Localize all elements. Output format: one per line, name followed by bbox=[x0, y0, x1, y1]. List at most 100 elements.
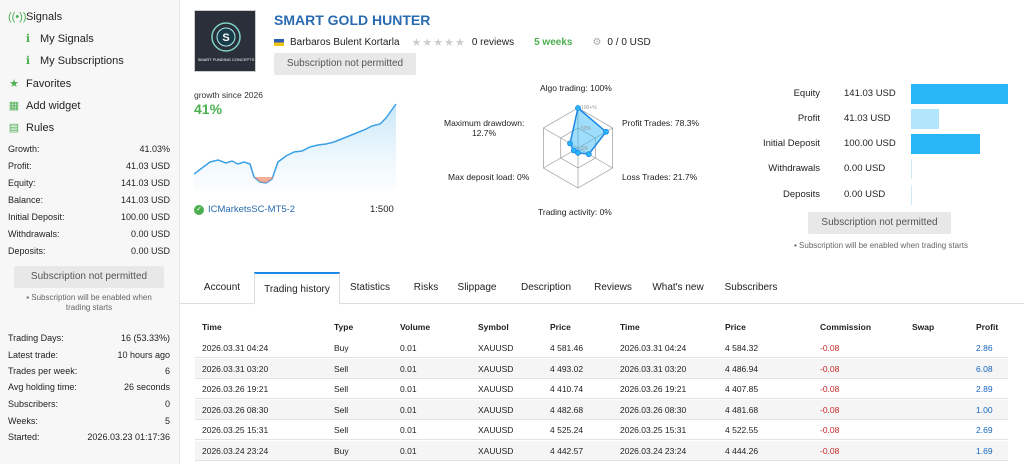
table-cell-price: 4 525.24 bbox=[550, 425, 584, 436]
table-cell-time: 2026.03.25 15:31 bbox=[620, 425, 687, 436]
svg-text:S: S bbox=[222, 32, 229, 44]
subscribe-button-sidebar[interactable]: Subscription not permitted bbox=[14, 266, 164, 288]
reviews-link[interactable]: 0 reviews bbox=[472, 37, 514, 48]
table-cell-time: 2026.03.24 23:24 bbox=[620, 446, 687, 456]
radar-chart: 100+% 50% 0% bbox=[543, 105, 613, 189]
column-header-time[interactable]: Time bbox=[620, 322, 640, 332]
table-cell-type: Buy bbox=[334, 343, 349, 353]
equity-bar-withdrawals bbox=[911, 159, 912, 179]
table-row bbox=[195, 399, 1008, 420]
table-cell-price: 4 482.68 bbox=[550, 404, 584, 415]
column-header-time[interactable]: Time bbox=[202, 322, 222, 332]
equity-value-deposits: 0.00 USD bbox=[844, 189, 886, 200]
stat-initial-deposit: Initial Deposit: 100.00 USD bbox=[8, 212, 170, 222]
equity-label-initial-deposit: Initial Deposit bbox=[762, 138, 820, 149]
nav-my-subscriptions[interactable]: ℹ My Subscriptions bbox=[22, 55, 124, 67]
signal-title[interactable]: SMART GOLD HUNTER bbox=[274, 12, 430, 28]
author-name[interactable]: Barbaros Bulent Kortarla bbox=[290, 37, 400, 48]
column-header-profit[interactable]: Profit bbox=[976, 322, 998, 332]
table-cell-type: Sell bbox=[334, 384, 349, 395]
weeks-badge: 5 weeks bbox=[534, 37, 573, 48]
tab-subscribers[interactable]: Subscribers bbox=[718, 272, 784, 304]
radar-label-trading-activity: Trading activity: 0% bbox=[538, 207, 612, 217]
radar-label-max-deposit-load: Max deposit load: 0% bbox=[448, 172, 530, 182]
nav-rules[interactable]: ▤ Rules bbox=[8, 122, 54, 134]
equity-bar-deposits bbox=[911, 185, 912, 205]
table-cell-price: 4 444.26 bbox=[725, 446, 759, 456]
table-cell-price: 4 493.02 bbox=[550, 363, 584, 374]
table-cell-time: 2026.03.26 08:30 bbox=[620, 404, 687, 415]
stat-weeks: Weeks: 5 bbox=[8, 416, 170, 426]
table-cell-symbol: XAUUSD bbox=[478, 425, 514, 436]
table-cell-symbol: XAUUSD bbox=[478, 363, 514, 374]
broker-row: ✓ ICMarketsSC-MT5-2 bbox=[194, 204, 295, 215]
table-cell-commission: -0.08 bbox=[820, 446, 840, 456]
column-header-price[interactable]: Price bbox=[725, 322, 746, 332]
column-header-swap[interactable]: Swap bbox=[912, 322, 934, 332]
subscribe-button-equity[interactable]: Subscription not permitted bbox=[808, 212, 951, 234]
stat-started: Started: 2026.03.23 01:17:36 bbox=[8, 432, 170, 442]
radar-ring-100: 100+% bbox=[581, 105, 597, 111]
table-cell-price: 4 442.57 bbox=[550, 446, 584, 456]
radar-ring-0: 0% bbox=[581, 146, 589, 152]
radar-ring-50: 50% bbox=[581, 126, 592, 132]
table-cell-commission: -0.08 bbox=[820, 425, 840, 436]
table-cell-time: 2026.03.31 03:20 bbox=[202, 363, 269, 374]
radar-point bbox=[575, 105, 581, 111]
nav-my-signals[interactable]: ℹ My Signals bbox=[22, 33, 94, 45]
radar-point bbox=[570, 147, 577, 154]
equity-label-equity: Equity bbox=[793, 88, 820, 99]
table-cell-time: 2026.03.31 04:24 bbox=[202, 343, 269, 353]
table-cell-symbol: XAUUSD bbox=[478, 404, 514, 415]
tab-reviews[interactable]: Reviews bbox=[588, 272, 638, 304]
main-content: S SMART FUNDING CONCEPTS SMART GOLD HUNT… bbox=[180, 0, 1024, 464]
tab-bar: Account Trading history Statistics Risks Sli… bbox=[180, 272, 1024, 305]
author-row: Barbaros Bulent Kortarla ★★★★★ 0 reviews… bbox=[274, 36, 651, 49]
table-cell-time: 2026.03.25 15:31 bbox=[202, 425, 269, 436]
equity-label-withdrawals: Withdrawals bbox=[768, 163, 820, 174]
nav-signals[interactable]: ((•)) Signals bbox=[8, 11, 62, 23]
tab-account[interactable]: Account bbox=[194, 272, 250, 304]
rules-icon: ▤ bbox=[8, 122, 20, 134]
tab-what-s-new[interactable]: What's new bbox=[644, 272, 712, 304]
column-header-type[interactable]: Type bbox=[334, 322, 353, 332]
radar-point bbox=[585, 151, 592, 158]
favorites-icon: ★ bbox=[9, 78, 19, 90]
sidebar: ((•)) Signals ℹ My Signals ℹ My Subscrip… bbox=[0, 0, 180, 464]
stat-avg-holding: Avg holding time: 26 seconds bbox=[8, 382, 170, 392]
column-header-volume[interactable]: Volume bbox=[400, 322, 430, 332]
signal-logo: S SMART FUNDING CONCEPTS bbox=[194, 10, 256, 72]
table-cell-price: 4 581.46 bbox=[550, 343, 584, 353]
logo-emblem: S bbox=[211, 22, 241, 52]
table-cell-volume: 0.01 bbox=[400, 425, 417, 436]
tab-description[interactable]: Description bbox=[510, 272, 582, 304]
tab-slippage[interactable]: Slippage bbox=[448, 272, 506, 304]
subscribers-count: 0 / 0 USD bbox=[607, 37, 651, 48]
growth-chart bbox=[194, 103, 397, 190]
stat-equity: Equity: 141.03 USD bbox=[8, 178, 170, 188]
subscribe-button-header[interactable]: Subscription not permitted bbox=[274, 53, 416, 75]
column-header-price[interactable]: Price bbox=[550, 322, 571, 332]
table-cell-type: Sell bbox=[334, 404, 349, 415]
tab-trading-history[interactable]: Trading history bbox=[254, 272, 340, 305]
nav-add-widget[interactable]: ▦ Add widget bbox=[8, 100, 81, 112]
subscriptions-icon: ℹ bbox=[25, 55, 31, 67]
broker-link[interactable]: ICMarketsSC-MT5-2 bbox=[208, 204, 295, 215]
radar-label-algo: Algo trading: 100% bbox=[540, 83, 612, 93]
table-cell-commission: -0.08 bbox=[820, 363, 840, 374]
nav-favorites[interactable]: ★ Favorites bbox=[8, 78, 71, 90]
table-cell-profit: 2.86 bbox=[976, 343, 993, 353]
radar-label-profit-trades: Profit Trades: 78.3% bbox=[622, 118, 700, 128]
table-cell-time: 2026.03.26 19:21 bbox=[202, 384, 269, 395]
equity-value-equity: 141.03 USD bbox=[844, 88, 896, 99]
table-cell-price: 4 407.85 bbox=[725, 384, 759, 395]
radar-point bbox=[603, 128, 609, 135]
tab-statistics[interactable]: Statistics bbox=[340, 272, 400, 304]
column-header-symbol[interactable]: Symbol bbox=[478, 322, 509, 332]
equity-bar-initial-deposit bbox=[911, 134, 980, 154]
column-header-commission[interactable]: Commission bbox=[820, 322, 871, 332]
table-row bbox=[195, 379, 1008, 400]
shield-check-icon: ✓ bbox=[194, 204, 204, 215]
tab-risks[interactable]: Risks bbox=[408, 272, 444, 304]
table-cell-type: Buy bbox=[334, 446, 349, 456]
